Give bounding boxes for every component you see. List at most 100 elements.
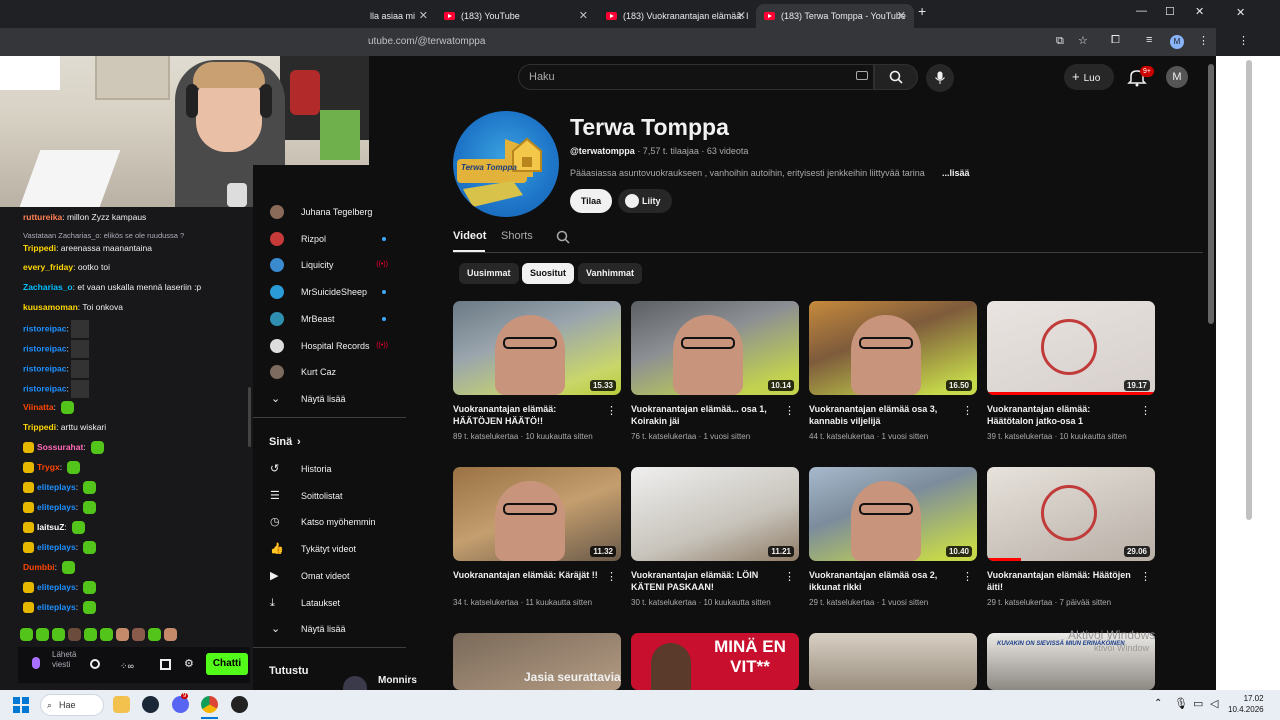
sidebar-item[interactable]: 👍 Tykätyt videot (253, 537, 406, 561)
create-button[interactable]: + Luo (1064, 64, 1114, 90)
bits-icon[interactable]: ⁘∞ (120, 661, 134, 672)
video-card[interactable]: 11.21 Vuokranantajan elämää: LÖIN KÄTENI … (631, 467, 799, 607)
video-title[interactable]: Vuokranantajan elämää: Käräjät !! (453, 569, 603, 593)
chat-username[interactable]: kuusamoman (23, 302, 78, 312)
video-card[interactable]: 10.40 Vuokranantajan elämää osa 2, ikkuna… (809, 467, 977, 607)
tab-0[interactable]: lla asiaa mi ✕ (362, 4, 436, 28)
chat-username[interactable]: ruttureika (23, 212, 62, 222)
close-icon[interactable]: ✕ (419, 9, 428, 22)
chip-popular[interactable]: Suositut (522, 263, 574, 284)
more-options-icon[interactable]: ⋮ (606, 405, 617, 417)
video-title[interactable]: Vuokranantajan elämää... osa 1, Koirakin… (631, 403, 781, 427)
minimize-icon[interactable]: — (1136, 5, 1147, 17)
sidebar-show-more[interactable]: ⌄ Näytä lisää (253, 387, 406, 411)
chat-username[interactable]: ristoreipac (23, 363, 66, 373)
video-thumbnail[interactable] (809, 633, 977, 690)
chat-username[interactable]: Viinatta (23, 402, 54, 412)
chrome-icon[interactable] (201, 696, 218, 713)
video-card[interactable]: 29.06 Vuokranantajan elämää: Häätöjen äit… (987, 467, 1155, 607)
page-scrollbar[interactable] (1208, 64, 1214, 324)
volume-icon[interactable]: ◁ (1210, 697, 1218, 710)
more-options-icon[interactable]: ⋮ (784, 571, 795, 583)
video-thumbnail[interactable]: MINÄ EN VIT** (631, 633, 799, 690)
chat-username[interactable]: eliteplays (37, 502, 76, 512)
sidebar-subscription[interactable]: Juhana Tegelberg (253, 200, 406, 224)
chat-scrollbar[interactable] (248, 387, 251, 447)
video-thumbnail[interactable]: 10.14 (631, 301, 799, 395)
sidebar-subscription[interactable]: MrBeast (253, 307, 406, 331)
suggested-channel-name[interactable]: Monnirs (378, 675, 417, 686)
close-icon[interactable]: ✕ (897, 9, 906, 22)
chat-username[interactable]: Zacharias_o (23, 282, 73, 292)
tray-chevron-icon[interactable]: ⌃ (1154, 698, 1162, 709)
browser-menu-icon[interactable]: ⋮ (1198, 34, 1209, 47)
url-field[interactable]: utube.com/@terwatomppa (368, 32, 485, 52)
video-card[interactable]: 15.33 Vuokranantajan elämää: HÄÄTÖJEN HÄÄ… (453, 301, 621, 441)
window-close-icon[interactable]: ✕ (1195, 5, 1204, 18)
sidebar-show-more-2[interactable]: ⌄ Näytä lisää (253, 617, 406, 641)
tab-shorts[interactable]: Shorts (501, 230, 533, 242)
video-title[interactable]: Vuokranantajan elämää: Häätöjen äiti! (987, 569, 1137, 593)
video-title[interactable]: Vuokranantajan elämää osa 3, kannabis vi… (809, 403, 959, 427)
sidebar-subscription[interactable]: Kurt Caz (253, 360, 406, 384)
file-explorer-icon[interactable] (113, 696, 130, 713)
close-icon[interactable]: ✕ (1236, 6, 1245, 19)
extensions-icon[interactable]: ⧠ (1111, 34, 1120, 47)
tab-videos[interactable]: Videot (453, 230, 486, 242)
more-options-icon[interactable]: ⋮ (606, 571, 617, 583)
video-card[interactable]: 16.50 Vuokranantajan elämää osa 3, kannab… (809, 301, 977, 441)
chat-username[interactable]: eliteplays (37, 542, 76, 552)
bookmark-star-icon[interactable]: ☆ (1078, 34, 1088, 47)
taskbar-clock[interactable]: 17.02 10.4.2026 (1228, 693, 1264, 715)
more-options-icon[interactable]: ⋮ (784, 405, 795, 417)
more-options-icon[interactable]: ⋮ (962, 405, 973, 417)
keyboard-icon[interactable] (856, 71, 868, 80)
chat-username[interactable]: Dumbbi (23, 562, 55, 572)
sidebar-subscription[interactable]: Rizpol (253, 227, 406, 251)
user-avatar[interactable]: M (1166, 66, 1188, 88)
chat-username[interactable]: Trippedi (23, 422, 56, 432)
video-thumbnail[interactable]: 16.50 (809, 301, 977, 395)
tab-2[interactable]: (183) Vuokranantajan elämää: l ✕ (598, 4, 754, 28)
video-title[interactable]: Vuokranantajan elämää: HÄÄTÖJEN HÄÄTÖ!! (453, 403, 603, 427)
video-card[interactable]: 10.14 Vuokranantajan elämää... osa 1, Koi… (631, 301, 799, 441)
sidebar-subscription[interactable]: Hospital Records ((•)) (253, 334, 406, 358)
video-thumbnail[interactable]: 11.21 (631, 467, 799, 561)
profile-avatar[interactable]: M (1170, 35, 1184, 49)
gift-icon[interactable] (160, 659, 171, 670)
scrollbar[interactable] (1246, 60, 1252, 520)
video-thumbnail[interactable]: 15.33 (453, 301, 621, 395)
steam-icon[interactable] (142, 696, 159, 713)
search-input[interactable]: Haku (518, 64, 874, 90)
tray-mic-icon[interactable]: 🎙 (1174, 697, 1188, 710)
settings-icon[interactable]: ⚙ (184, 657, 194, 670)
chip-newest[interactable]: Uusimmat (459, 263, 519, 284)
chat-username[interactable]: laitsuZ (37, 522, 64, 532)
video-thumbnail[interactable]: 29.06 (987, 467, 1155, 561)
chat-username[interactable]: eliteplays (37, 602, 76, 612)
video-thumbnail[interactable]: 11.32 (453, 467, 621, 561)
close-icon[interactable]: ✕ (579, 9, 588, 22)
video-card[interactable]: 11.32 Vuokranantajan elämää: Käräjät !! 34… (453, 467, 621, 607)
video-title[interactable]: Vuokranantajan elämää: Häätötalon jatko-… (987, 403, 1137, 427)
sidebar-item[interactable]: ↺ Historia (253, 457, 406, 481)
chat-username[interactable]: eliteplays (37, 482, 76, 492)
sidebar-subscription[interactable]: Liquicity ((•)) (253, 253, 406, 277)
chat-username[interactable]: every_friday (23, 262, 73, 272)
more-options-icon[interactable]: ⋮ (962, 571, 973, 583)
more-options-icon[interactable]: ⋮ (1140, 405, 1151, 417)
join-button[interactable]: Liity (618, 189, 672, 213)
voice-search-button[interactable] (926, 64, 954, 92)
more-options-icon[interactable]: ⋮ (1140, 571, 1151, 583)
sidebar-item[interactable]: ▶ Omat videot (253, 564, 406, 588)
sidebar-subscription[interactable]: MrSuicideSheep (253, 280, 406, 304)
search-button[interactable] (874, 64, 918, 90)
chat-username[interactable]: ristoreipac (23, 323, 66, 333)
network-icon[interactable]: ▭ (1193, 697, 1203, 710)
emote-bar[interactable] (20, 626, 210, 642)
sidebar-item[interactable]: ◷ Katso myöhemmin (253, 510, 406, 534)
chat-username[interactable]: Trippedi (23, 243, 56, 253)
maximize-icon[interactable]: ☐ (1165, 5, 1175, 18)
channel-description[interactable]: Pääasiassa asuntovuokraukseen , vanhoihi… (570, 168, 990, 178)
subscribe-button[interactable]: Tilaa (570, 189, 612, 213)
